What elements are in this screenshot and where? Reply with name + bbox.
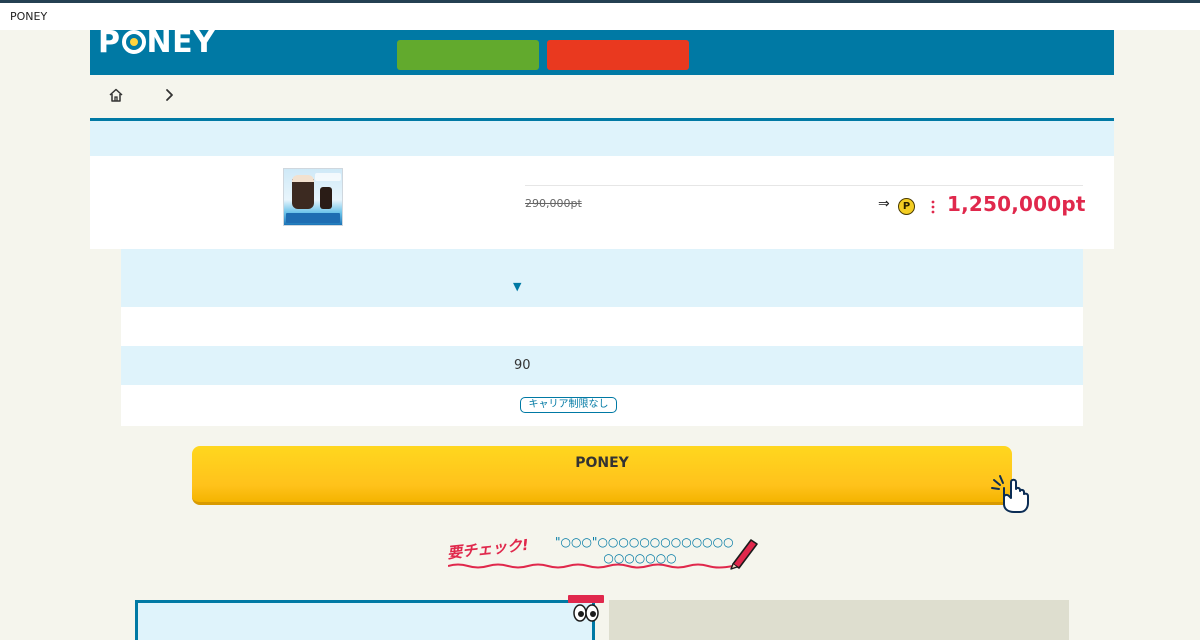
thumbnail-foam-shape [292,175,314,182]
check-stamp: 要チェック! [446,535,530,563]
detail-row-carrier: キャリア制限なし [121,385,1083,426]
detail-row-description[interactable]: ▼ [121,249,1083,307]
product-title-band [90,118,1114,156]
login-button[interactable] [547,40,689,70]
price-divider [525,185,1083,186]
info-panel-right [609,600,1069,640]
info-dots-icon[interactable] [930,200,936,214]
home-icon[interactable] [108,87,124,103]
underline-scribble [448,563,733,569]
thumbnail-text-shape [315,173,341,181]
logo-o-icon [121,30,146,54]
product-thumbnail[interactable] [283,168,343,226]
check-callout: 要チェック! "○○○"○○○○○○○○○○○○○ ○○○○○○○ [445,534,760,574]
info-panel-left [135,600,595,640]
count-value: 90 [514,358,531,373]
tab-title: PONEY [10,10,48,23]
logo-letter-p: P [98,25,121,60]
site-header: P NEY [90,26,1114,75]
breadcrumb [90,75,1114,118]
logo-letters-ney: NEY [146,25,216,60]
check-text-line-1: "○○○"○○○○○○○○○○○○○ [555,535,734,549]
cta-label: PONEY [575,455,629,471]
site-logo[interactable]: P NEY [98,26,215,60]
thumbnail-banner-shape [286,213,340,223]
thumbnail-cup-shape [292,179,314,209]
carrier-badge: キャリア制限なし [520,397,617,413]
check-eyes-icon [568,595,604,622]
detail-table: ▼ 90 キャリア制限なし [121,249,1083,426]
register-button[interactable] [397,40,539,70]
pointing-hand-icon [991,475,1029,513]
product-summary: 290,000pt ⇒ P 1,250,000pt [90,156,1114,249]
price-arrow: ⇒ [878,196,890,212]
expand-caret-icon[interactable]: ▼ [513,280,521,293]
cta-button[interactable]: PONEY [192,446,1012,505]
old-price: 290,000pt [525,197,582,210]
pen-icon [730,539,758,570]
detail-row-condition [121,307,1083,346]
detail-row-count: 90 [121,346,1083,385]
points-value: 1,250,000pt [947,192,1086,216]
point-coin-icon: P [898,198,915,215]
thumbnail-bottle-shape [320,187,332,209]
chevron-right-icon [166,89,173,101]
